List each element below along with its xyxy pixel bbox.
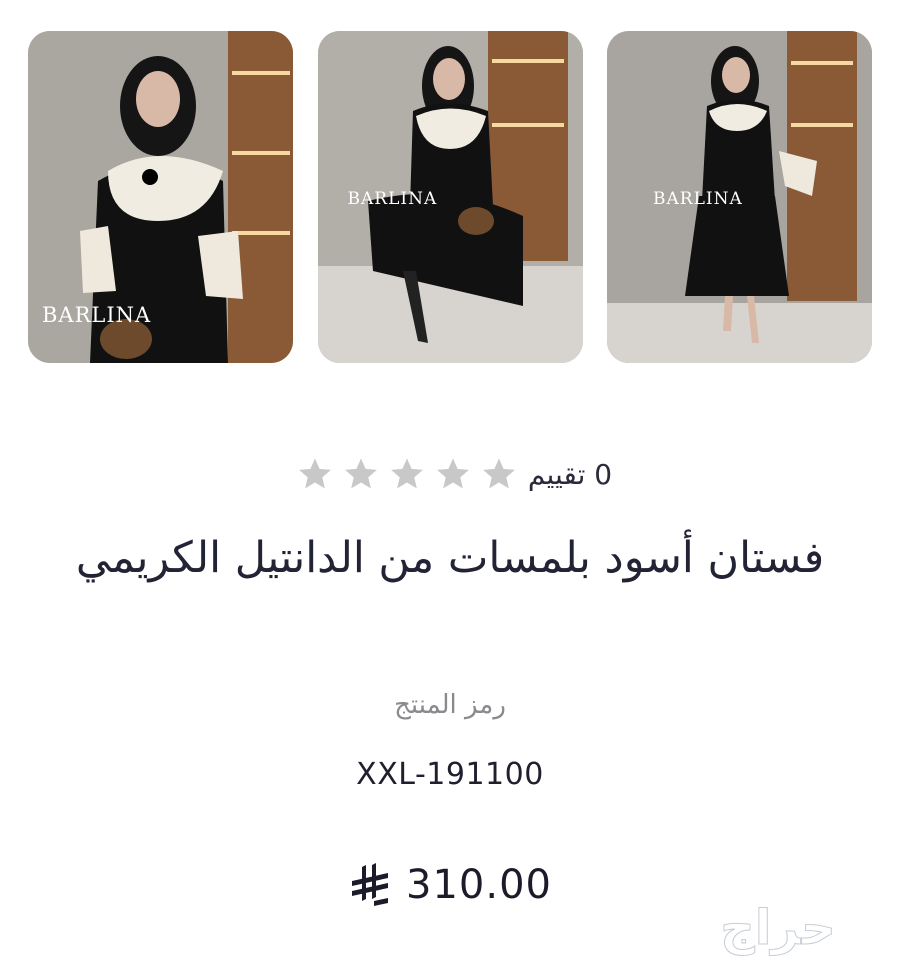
photo-watermark: BARLINA [347,189,438,209]
star-icon[interactable] [342,455,380,493]
saudi-riyal-icon [348,863,392,907]
star-icon[interactable] [480,455,518,493]
product-photo-1[interactable]: BARLINA [28,31,293,363]
sku-value: XXL-191100 [356,757,544,792]
product-photo-3[interactable]: BARLINA [607,31,872,363]
photo-watermark: BARLINA [42,303,152,327]
rating-count: 0 تقييم [527,457,613,491]
price-value: 310.00 [406,862,552,908]
star-icon[interactable] [434,455,472,493]
product-gallery: BARLINA BARLINA BARLINA [28,31,872,363]
photo-watermark: BARLINA [653,189,743,209]
product-price: 310.00 [250,862,650,908]
product-title: فستان أسود بلمسات من الدانتيل الكريمي [75,533,825,583]
rating-stars[interactable] [296,455,518,493]
star-icon[interactable] [388,455,426,493]
product-rating: 0 تقييم [270,452,650,496]
site-watermark: حراج [720,900,839,956]
sku-label: رمز المنتج [394,690,506,720]
product-photo-2[interactable]: BARLINA [317,31,583,363]
star-icon[interactable] [296,455,334,493]
